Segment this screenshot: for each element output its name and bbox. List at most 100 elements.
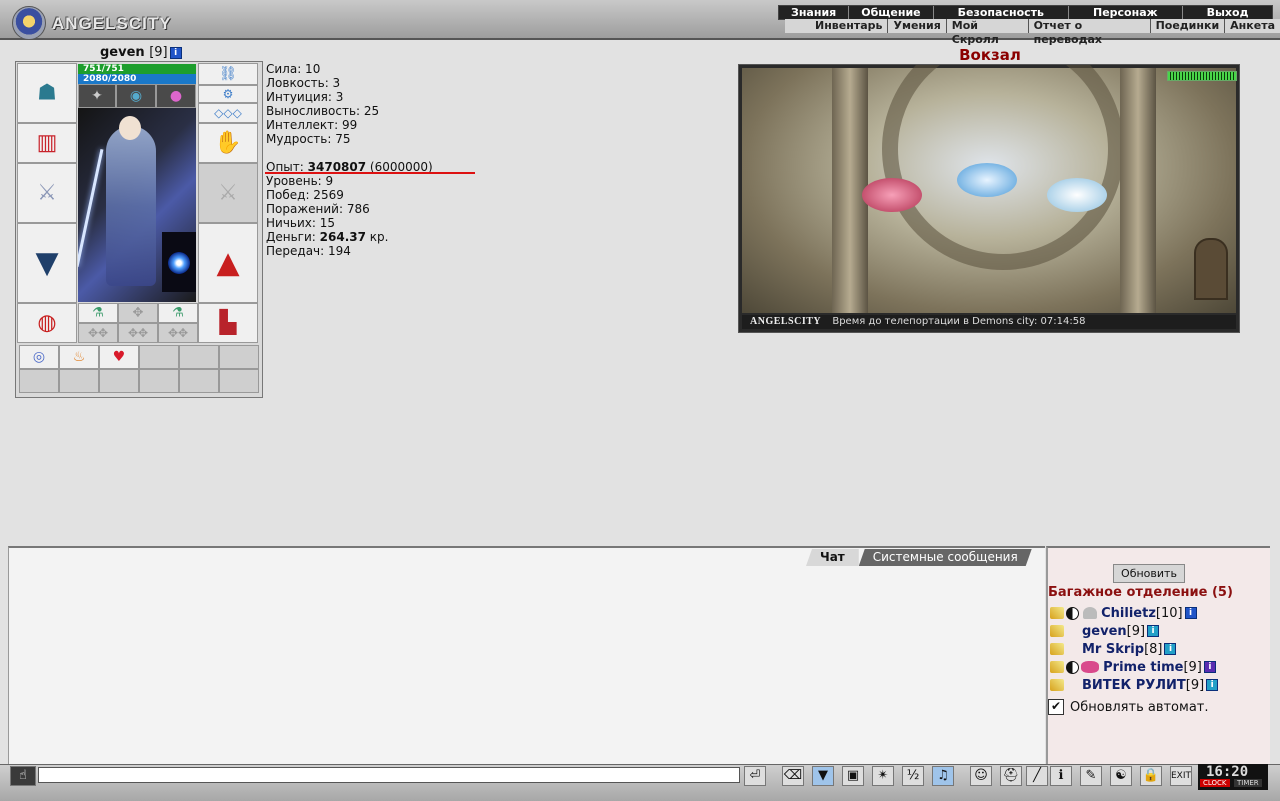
- info-icon[interactable]: i: [1203, 661, 1216, 673]
- tab-system-messages[interactable]: Системные сообщения: [859, 549, 1032, 566]
- weapon-slot[interactable]: ⚔: [17, 163, 77, 223]
- chat-input[interactable]: [38, 767, 740, 783]
- energy-bar: [1167, 71, 1237, 81]
- user-row: Chilietz [10] i: [1050, 604, 1197, 622]
- timer-label[interactable]: TIMER: [1234, 779, 1262, 787]
- chat-mode-icon[interactable]: ☝: [10, 766, 36, 786]
- player-name[interactable]: geven: [100, 45, 145, 60]
- info-icon[interactable]: i: [1164, 643, 1177, 655]
- clock-label[interactable]: CLOCK: [1200, 779, 1230, 787]
- info-icon[interactable]: i: [1206, 679, 1219, 691]
- scroll-slot-11[interactable]: [179, 369, 219, 393]
- scroll-slot-4[interactable]: [139, 345, 179, 369]
- submenu-battles[interactable]: Поединки: [1151, 19, 1226, 33]
- filter-icon[interactable]: ▼: [812, 766, 834, 786]
- user-name[interactable]: Prime time: [1103, 660, 1183, 675]
- legs-slot[interactable]: ▲: [198, 223, 258, 303]
- belt-slot[interactable]: ◍: [17, 303, 77, 343]
- amulet-slot-3[interactable]: ●: [156, 84, 196, 108]
- submenu-transfer-report[interactable]: Отчет о переводах: [1029, 19, 1151, 46]
- submenu-profile[interactable]: Анкета: [1225, 19, 1280, 33]
- mage-figure: [106, 126, 156, 286]
- helmet-icon[interactable]: ⛑: [1000, 766, 1022, 786]
- scroll-icon[interactable]: ✎: [1080, 766, 1102, 786]
- user-name[interactable]: ВИТЕК РУЛИТ: [1082, 678, 1186, 693]
- earring-slot[interactable]: ⛓: [198, 63, 258, 85]
- info-icon[interactable]: i: [1184, 607, 1197, 619]
- shield-slot[interactable]: ⚔: [198, 163, 258, 223]
- necklace-slot[interactable]: ⚙: [198, 85, 258, 103]
- armor-slot[interactable]: ▼: [17, 223, 77, 303]
- slash-icon[interactable]: ╱: [1026, 766, 1048, 786]
- scroll-slot-2[interactable]: ♨: [59, 345, 99, 369]
- amulet-slot-1[interactable]: ✦: [78, 84, 116, 108]
- info-icon[interactable]: i: [1147, 625, 1160, 637]
- scene-view[interactable]: [742, 65, 1237, 313]
- charm-slot-1[interactable]: ✥✥: [78, 323, 118, 343]
- fight-icon[interactable]: ✴: [872, 766, 894, 786]
- scroll-slot-8[interactable]: [59, 369, 99, 393]
- music-icon[interactable]: ♫: [932, 766, 954, 786]
- scroll-slot-10[interactable]: [139, 369, 179, 393]
- clock-time: 16:20: [1206, 764, 1249, 780]
- mask-icon[interactable]: ☯: [1110, 766, 1132, 786]
- portal-white[interactable]: [1047, 178, 1107, 212]
- chat-area[interactable]: [8, 546, 1045, 764]
- eraser-icon[interactable]: ⌫: [782, 766, 804, 786]
- player-name-line: geven [9] i: [100, 45, 182, 60]
- emblem-icon: [12, 6, 46, 40]
- exit-icon[interactable]: EXIT: [1170, 766, 1192, 786]
- auto-refresh-checkbox[interactable]: ✔: [1048, 699, 1064, 715]
- save-icon[interactable]: ▣: [842, 766, 864, 786]
- potion-slot-3[interactable]: ⚗: [158, 303, 198, 323]
- submenu-my-scroll[interactable]: Мой Скролл: [947, 19, 1029, 46]
- charm-slot-2[interactable]: ✥✥: [118, 323, 158, 343]
- clock: 16:20 CLOCK TIMER: [1198, 764, 1268, 790]
- fraction-icon[interactable]: ½: [902, 766, 924, 786]
- record-level: Уровень: 9: [266, 174, 334, 188]
- scroll-slot-1[interactable]: ◎: [19, 345, 59, 369]
- clan-icon: [1050, 607, 1064, 619]
- scene-door[interactable]: [1194, 238, 1228, 300]
- menu-knowledge[interactable]: Знания: [779, 6, 850, 19]
- charm-slot-3[interactable]: ✥✥: [158, 323, 198, 343]
- portal-red[interactable]: [862, 178, 922, 212]
- info-icon[interactable]: i: [169, 46, 182, 59]
- tab-chat[interactable]: Чат: [806, 549, 859, 566]
- scroll-slot-6[interactable]: [219, 345, 259, 369]
- portal-blue[interactable]: [957, 163, 1017, 197]
- menu-exit[interactable]: Выход: [1183, 6, 1273, 19]
- scroll-slot-5[interactable]: [179, 345, 219, 369]
- refresh-button[interactable]: Обновить: [1113, 564, 1185, 583]
- stat-intuition: Интуиция: 3: [266, 90, 344, 104]
- smile-icon[interactable]: ☺: [970, 766, 992, 786]
- clan-icon: [1050, 661, 1064, 673]
- scroll-slot-12[interactable]: [219, 369, 259, 393]
- user-row: ВИТЕК РУЛИТ [9] i: [1050, 676, 1219, 694]
- record-losses: Поражений: 786: [266, 202, 370, 216]
- submenu-inventory[interactable]: Инвентарь: [785, 19, 889, 33]
- scroll-slot-3[interactable]: ♥: [99, 345, 139, 369]
- clan-icon: [1050, 625, 1064, 637]
- send-icon[interactable]: ⏎: [744, 766, 766, 786]
- user-name[interactable]: Mr Skrip: [1082, 642, 1144, 657]
- menu-communication[interactable]: Общение: [849, 6, 934, 19]
- submenu-skills[interactable]: Умения: [888, 19, 947, 33]
- info-toolbar-icon[interactable]: ℹ: [1050, 766, 1072, 786]
- helmet-slot[interactable]: ☗: [17, 63, 77, 123]
- bracer-slot[interactable]: ▥: [17, 123, 77, 163]
- potion-slot-1[interactable]: ⚗: [78, 303, 118, 323]
- menu-character[interactable]: Персонаж: [1069, 6, 1183, 19]
- menu-security[interactable]: Безопасность: [934, 6, 1069, 19]
- amulet-slot-2[interactable]: ◉: [116, 84, 156, 108]
- user-name[interactable]: geven: [1082, 624, 1127, 639]
- potion-slot-2[interactable]: ✥: [118, 303, 158, 323]
- scroll-slot-9[interactable]: [99, 369, 139, 393]
- boots-slot[interactable]: ▙: [198, 303, 258, 343]
- ring-slots[interactable]: ◇◇◇: [198, 103, 258, 123]
- gloves-slot[interactable]: ✋: [198, 123, 258, 163]
- user-name[interactable]: Chilietz: [1101, 606, 1156, 621]
- user-row: geven [9] i: [1050, 622, 1160, 640]
- scroll-slot-7[interactable]: [19, 369, 59, 393]
- lock-icon[interactable]: 🔒: [1140, 766, 1162, 786]
